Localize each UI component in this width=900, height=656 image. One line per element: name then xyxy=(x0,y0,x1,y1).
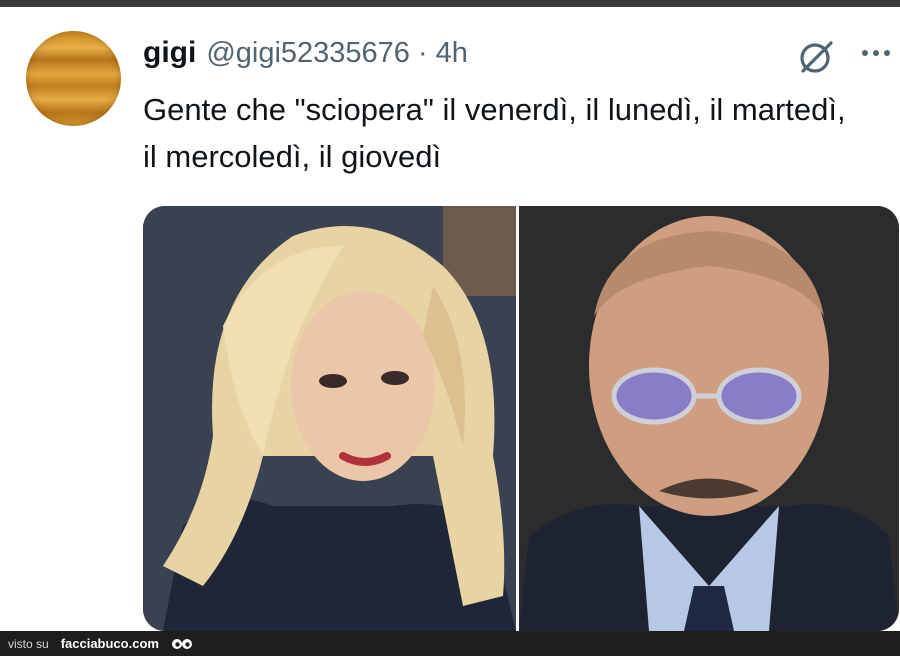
watermark-footer: visto su facciabuco.com xyxy=(0,631,900,656)
owl-eyes-icon xyxy=(171,636,193,652)
photo-elderly-man-sunglasses[interactable] xyxy=(519,206,899,631)
footer-site-link[interactable]: facciabuco.com xyxy=(61,636,159,651)
header-separator: · xyxy=(417,37,428,69)
tweet-text: Gente che "sciopera" il venerdì, il lune… xyxy=(143,92,846,174)
photo-woman-blonde[interactable] xyxy=(143,206,516,631)
author-name[interactable]: gigi xyxy=(143,36,196,70)
tweet-header: gigi @gigi52335676 · 4h xyxy=(143,36,468,76)
author-handle[interactable]: @gigi52335676 xyxy=(206,37,410,70)
avatar[interactable] xyxy=(26,31,121,126)
grok-icon[interactable] xyxy=(795,37,837,77)
top-frame-strip xyxy=(0,0,900,7)
more-dots-icon[interactable] xyxy=(862,46,896,60)
footer-visto-label: visto su xyxy=(8,636,49,651)
tweet-media[interactable] xyxy=(143,206,899,631)
tweet-timestamp[interactable]: 4h xyxy=(436,37,468,70)
